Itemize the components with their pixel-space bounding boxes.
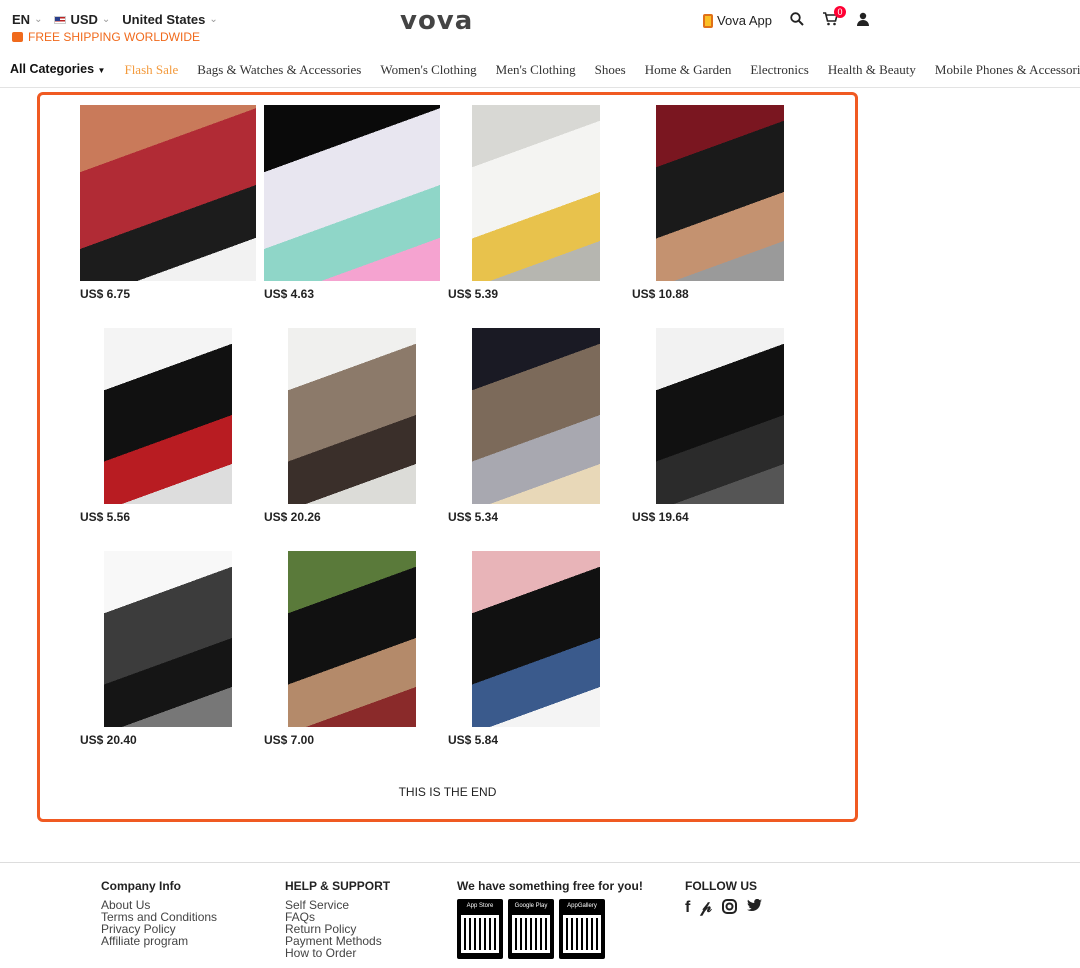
footer-app-download: We have something free for you! App Stor…: [457, 879, 643, 959]
product-card[interactable]: US$ 20.40: [80, 551, 256, 747]
qr-code-icon: [461, 915, 499, 953]
product-image[interactable]: [632, 328, 808, 504]
qr-code-icon: [512, 915, 550, 953]
product-price: US$ 6.75: [80, 287, 131, 301]
google-play-qr[interactable]: Google Play: [508, 899, 554, 959]
footer-heading: HELP & SUPPORT: [285, 879, 391, 893]
product-image[interactable]: [632, 105, 808, 281]
nav-flash-sale[interactable]: Flash Sale: [124, 62, 178, 87]
product-card[interactable]: US$ 7.00: [264, 551, 440, 747]
truck-icon: [12, 32, 23, 42]
cart-icon[interactable]: 0: [822, 6, 846, 29]
header-actions: Vova App 0: [703, 6, 870, 29]
product-image[interactable]: [264, 551, 440, 727]
nav-womens-clothing[interactable]: Women's Clothing: [380, 62, 476, 87]
footer-heading: FOLLOW US: [685, 879, 757, 893]
product-card[interactable]: US$ 20.26: [264, 328, 440, 524]
cart-count-badge: 0: [834, 6, 846, 18]
top-bar: EN ⌄ USD ⌄ United States ⌄ FREE SHIPPING WO…: [0, 0, 1080, 56]
product-card[interactable]: US$ 5.84: [448, 551, 624, 747]
product-price: US$ 7.00: [264, 733, 315, 747]
nav-health-beauty[interactable]: Health & Beauty: [828, 62, 916, 87]
chevron-down-icon: ⌄: [34, 14, 43, 25]
qr-code-icon: [563, 915, 601, 953]
twitter-icon[interactable]: [746, 898, 762, 919]
footer-help-support: HELP & SUPPORT Self Service FAQs Return …: [285, 879, 390, 959]
product-price: US$ 19.64: [632, 510, 689, 524]
footer-link-how-to-order[interactable]: How to Order: [285, 947, 390, 959]
product-image[interactable]: [80, 551, 256, 727]
nav-mobile-phones[interactable]: Mobile Phones & Accessories: [935, 62, 1080, 87]
product-card[interactable]: US$ 4.63: [264, 105, 440, 301]
product-image[interactable]: [80, 328, 256, 504]
nav-shoes[interactable]: Shoes: [595, 62, 626, 87]
footer-heading: Company Info: [101, 879, 181, 893]
chevron-down-icon: ⌄: [101, 14, 111, 25]
product-card[interactable]: US$ 6.75: [80, 105, 256, 301]
footer-link-affiliate[interactable]: Affiliate program: [101, 935, 217, 947]
us-flag-icon: [54, 15, 67, 24]
product-image[interactable]: [448, 328, 624, 504]
locale-selectors: EN ⌄ USD ⌄ United States ⌄: [12, 12, 218, 27]
currency-label: USD: [70, 12, 98, 27]
nav-mens-clothing[interactable]: Men's Clothing: [496, 62, 576, 87]
product-image[interactable]: [264, 328, 440, 504]
product-grid-container: US$ 6.75 US$ 4.63 US$ 5.39 US$ 10.88 US$ 5.5…: [37, 92, 858, 822]
logo[interactable]: vova: [400, 6, 473, 36]
nav-all-categories[interactable]: All Categories ▼: [10, 62, 105, 87]
store-label: Google Play: [514, 903, 548, 909]
product-image[interactable]: [448, 105, 624, 281]
product-image[interactable]: [264, 105, 440, 281]
product-image[interactable]: [448, 551, 624, 727]
shipping-text: FREE SHIPPING WORLDWIDE: [28, 30, 201, 44]
country-selector[interactable]: United States ⌄: [122, 12, 217, 27]
product-price: US$ 5.84: [448, 733, 499, 747]
phone-icon: [703, 13, 714, 28]
nav-home-garden[interactable]: Home & Garden: [645, 62, 732, 87]
product-price: US$ 20.40: [80, 733, 137, 747]
footer-heading: We have something free for you!: [457, 879, 643, 893]
app-store-qr[interactable]: App Store: [457, 899, 503, 959]
product-price: US$ 10.88: [632, 287, 689, 301]
currency-selector[interactable]: USD ⌄: [54, 12, 110, 27]
product-price: US$ 5.39: [448, 287, 499, 301]
product-card[interactable]: US$ 10.88: [632, 105, 808, 301]
country-label: United States: [122, 12, 206, 27]
end-of-list-text: THIS IS THE END: [398, 785, 497, 799]
pinterest-icon[interactable]: 𝓅: [700, 899, 711, 919]
app-label: Vova App: [717, 13, 772, 28]
chevron-down-icon: ⌄: [209, 14, 218, 25]
search-icon[interactable]: [790, 12, 804, 29]
instagram-icon[interactable]: [721, 899, 737, 919]
language-label: EN: [12, 12, 31, 27]
category-nav: All Categories ▼ Flash Sale Bags & Watch…: [0, 62, 1080, 88]
product-price: US$ 4.63: [264, 287, 315, 301]
product-card[interactable]: US$ 5.56: [80, 328, 256, 524]
nav-label: All Categories: [10, 62, 95, 76]
product-card[interactable]: US$ 5.34: [448, 328, 624, 524]
footer: Company Info About Us Terms and Conditio…: [0, 862, 1080, 968]
footer-follow-us: FOLLOW US f 𝓅: [685, 879, 762, 919]
store-label: AppGallery: [567, 903, 597, 909]
facebook-icon[interactable]: f: [685, 899, 690, 919]
product-price: US$ 5.34: [448, 510, 499, 524]
vova-app-link[interactable]: Vova App: [703, 13, 772, 28]
product-price: US$ 5.56: [80, 510, 131, 524]
product-card[interactable]: US$ 19.64: [632, 328, 808, 524]
footer-company-info: Company Info About Us Terms and Conditio…: [101, 879, 217, 947]
nav-bags-watches[interactable]: Bags & Watches & Accessories: [197, 62, 361, 87]
social-links: f 𝓅: [685, 898, 762, 919]
language-selector[interactable]: EN ⌄: [12, 12, 42, 27]
caret-down-icon: ▼: [97, 66, 106, 75]
user-icon[interactable]: [856, 12, 870, 29]
product-price: US$ 20.26: [264, 510, 321, 524]
appgallery-qr[interactable]: AppGallery: [559, 899, 605, 959]
product-card[interactable]: US$ 5.39: [448, 105, 624, 301]
store-label: App Store: [466, 903, 494, 909]
free-shipping-banner: FREE SHIPPING WORLDWIDE: [12, 30, 200, 44]
nav-electronics[interactable]: Electronics: [750, 62, 808, 87]
product-image[interactable]: [80, 105, 256, 281]
